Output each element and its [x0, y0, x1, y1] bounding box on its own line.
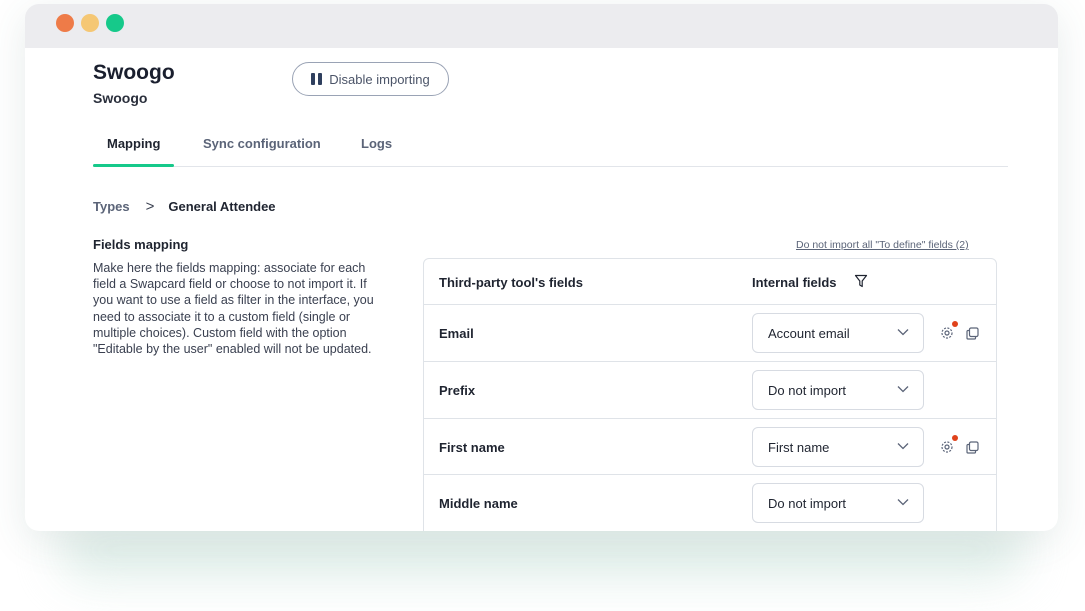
table-row: Middle name Do not import	[424, 475, 996, 531]
settings-button[interactable]	[939, 321, 958, 341]
chevron-down-icon	[897, 499, 909, 506]
internal-field-select[interactable]: First name	[752, 427, 924, 467]
settings-button[interactable]	[939, 435, 958, 455]
chevron-down-icon	[897, 329, 909, 336]
fields-mapping-description: Make here the fields mapping: associate …	[93, 261, 374, 357]
breadcrumb: Types > General Attendee	[93, 198, 276, 215]
disable-importing-button[interactable]: Disable importing	[292, 62, 449, 96]
filter-icon[interactable]	[854, 274, 868, 288]
breadcrumb-current: General Attendee	[168, 199, 276, 214]
internal-field-select[interactable]: Account email	[752, 313, 924, 353]
tab-sync-configuration[interactable]: Sync configuration	[203, 136, 321, 151]
close-window-button[interactable]	[56, 14, 74, 32]
select-value: Do not import	[768, 383, 847, 398]
page-subtitle: Swoogo	[93, 90, 148, 106]
main-content: Swoogo Swoogo Disable importing Mapping …	[25, 48, 1058, 531]
table-row: Prefix Do not import	[424, 362, 996, 419]
select-value: Do not import	[768, 496, 847, 511]
internal-field-select[interactable]: Do not import	[752, 370, 924, 410]
field-name: Email	[439, 326, 474, 341]
active-tab-indicator	[93, 164, 174, 167]
fields-mapping-table: Third-party tool's fields Internal field…	[423, 258, 997, 531]
pause-icon	[311, 73, 323, 85]
tab-logs[interactable]: Logs	[361, 136, 392, 151]
internal-field-select[interactable]: Do not import	[752, 483, 924, 523]
gear-icon	[941, 327, 953, 339]
tab-bar: Mapping Sync configuration Logs	[93, 127, 1008, 167]
select-value: First name	[768, 440, 830, 455]
title-bar	[25, 4, 1058, 48]
table-header: Third-party tool's fields Internal field…	[424, 259, 996, 305]
breadcrumb-types[interactable]: Types	[93, 199, 130, 214]
internal-fields-header: Internal fields	[752, 275, 837, 290]
chevron-down-icon	[897, 386, 909, 393]
field-name: First name	[439, 440, 505, 455]
tab-mapping[interactable]: Mapping	[107, 136, 160, 151]
third-party-header: Third-party tool's fields	[439, 275, 583, 290]
chevron-down-icon	[897, 443, 909, 450]
disable-importing-label: Disable importing	[329, 71, 430, 87]
duplicate-icon[interactable]	[966, 327, 979, 340]
app-window: Swoogo Swoogo Disable importing Mapping …	[25, 4, 1058, 531]
minimize-window-button[interactable]	[81, 14, 99, 32]
field-name: Prefix	[439, 383, 476, 398]
table-row: Email Account email	[424, 305, 996, 362]
page-title: Swoogo	[93, 61, 175, 84]
gear-icon	[941, 441, 953, 453]
notification-dot	[952, 321, 958, 327]
table-row: First name First name	[424, 419, 996, 475]
notification-dot	[952, 435, 958, 441]
select-value: Account email	[768, 326, 850, 341]
do-not-import-all-link[interactable]: Do not import all "To define" fields (2)	[796, 239, 969, 251]
maximize-window-button[interactable]	[106, 14, 124, 32]
field-name: Middle name	[439, 496, 518, 511]
duplicate-icon[interactable]	[966, 441, 979, 454]
fields-mapping-title: Fields mapping	[93, 237, 189, 252]
chevron-right-icon: >	[145, 198, 155, 215]
